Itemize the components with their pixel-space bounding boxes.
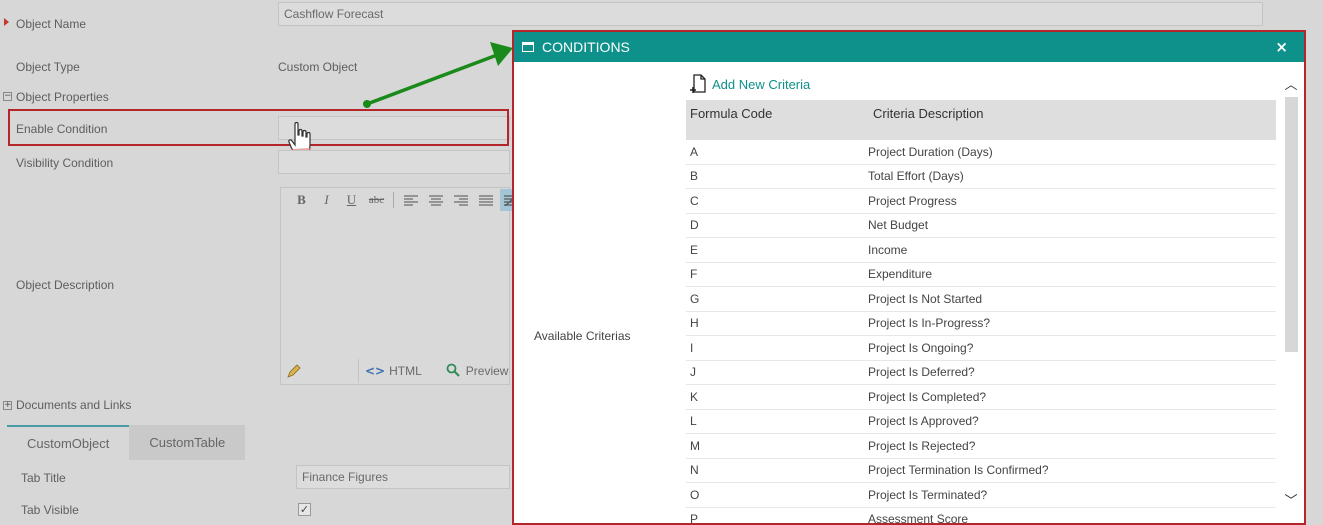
formula-code-cell: D xyxy=(690,218,699,233)
add-new-criteria-button[interactable]: Add New Criteria xyxy=(690,74,810,94)
criteria-description-cell: Project Is Approved? xyxy=(868,414,979,429)
table-row[interactable]: J Project Is Deferred? xyxy=(686,361,1276,385)
criteria-description-cell: Project Termination Is Confirmed? xyxy=(868,463,1049,478)
formula-code-cell: M xyxy=(690,438,700,453)
formula-code-cell: L xyxy=(690,414,697,429)
dialog-title: CONDITIONS xyxy=(542,39,630,55)
new-document-icon xyxy=(690,74,706,93)
table-header: Formula Code Criteria Description xyxy=(686,100,1276,140)
table-row[interactable]: I Project Is Ongoing? xyxy=(686,336,1276,361)
table-body: A Project Duration (Days) B Total Effort (D… xyxy=(686,140,1276,525)
criteria-description-cell: Assessment Score xyxy=(868,512,969,525)
criteria-description-cell: Total Effort (Days) xyxy=(868,169,964,184)
table-row[interactable]: B Total Effort (Days) xyxy=(686,165,1276,189)
vertical-scrollbar[interactable]: ︿ ﹀ xyxy=(1284,70,1298,510)
formula-code-cell: F xyxy=(690,267,698,282)
table-row[interactable]: C Project Progress xyxy=(686,189,1276,214)
criteria-description-cell: Expenditure xyxy=(868,267,933,282)
criteria-description-cell: Project Is Ongoing? xyxy=(868,340,974,355)
criteria-description-cell: Income xyxy=(868,242,908,257)
scrollbar-thumb[interactable] xyxy=(1285,97,1298,352)
formula-code-cell: B xyxy=(690,169,699,184)
dialog-header: CONDITIONS xyxy=(514,32,1304,62)
formula-code-cell: N xyxy=(690,463,699,478)
criteria-description-cell: Project Is Rejected? xyxy=(868,438,976,453)
table-row[interactable]: P Assessment Score xyxy=(686,508,1276,525)
chevron-up-icon[interactable]: ︿ xyxy=(1284,74,1298,93)
criteria-description-cell: Net Budget xyxy=(868,218,929,233)
conditions-dialog: CONDITIONS × Available Criterias Add New… xyxy=(512,30,1306,525)
formula-code-cell: H xyxy=(690,316,699,331)
formula-code-cell: G xyxy=(690,291,700,306)
criteria-description-cell: Project Is In-Progress? xyxy=(868,316,991,331)
formula-code-cell: A xyxy=(690,144,699,159)
criteria-description-cell: Project Is Completed? xyxy=(868,389,987,404)
formula-code-cell: E xyxy=(690,242,699,257)
table-row[interactable]: K Project Is Completed? xyxy=(686,385,1276,410)
available-criterias-label: Available Criterias xyxy=(534,329,631,343)
add-new-criteria-label: Add New Criteria xyxy=(712,76,811,92)
formula-code-cell: K xyxy=(690,389,699,404)
formula-code-cell: I xyxy=(690,340,694,355)
criteria-description-header[interactable]: Criteria Description xyxy=(868,100,1276,140)
table-row[interactable]: H Project Is In-Progress? xyxy=(686,312,1276,336)
table-row[interactable]: E Income xyxy=(686,238,1276,263)
criteria-description-cell: Project Duration (Days) xyxy=(868,144,993,159)
criteria-description-cell: Project Progress xyxy=(868,193,957,208)
close-icon[interactable]: × xyxy=(1275,38,1288,56)
table-row[interactable]: A Project Duration (Days) xyxy=(686,140,1276,165)
table-row[interactable]: L Project Is Approved? xyxy=(686,410,1276,434)
table-row[interactable]: N Project Termination Is Confirmed? xyxy=(686,459,1276,483)
formula-code-cell: P xyxy=(690,512,699,525)
table-row[interactable]: D Net Budget xyxy=(686,214,1276,238)
formula-code-cell: J xyxy=(690,365,696,380)
criteria-description-cell: Project Is Not Started xyxy=(868,291,983,306)
formula-code-cell: C xyxy=(690,193,699,208)
table-row[interactable]: G Project Is Not Started xyxy=(686,287,1276,312)
table-row[interactable]: M Project Is Rejected? xyxy=(686,434,1276,459)
criteria-description-cell: Project Is Terminated? xyxy=(868,487,988,502)
formula-code-cell: O xyxy=(690,487,700,502)
chevron-down-icon[interactable]: ﹀ xyxy=(1284,490,1298,509)
criteria-description-cell: Project Is Deferred? xyxy=(868,365,975,380)
table-row[interactable]: O Project Is Terminated? xyxy=(686,483,1276,508)
window-icon xyxy=(522,42,534,52)
formula-code-header[interactable]: Formula Code xyxy=(686,100,868,140)
criteria-table: Formula Code Criteria Description A Proje… xyxy=(686,100,1276,525)
table-row[interactable]: F Expenditure xyxy=(686,263,1276,287)
